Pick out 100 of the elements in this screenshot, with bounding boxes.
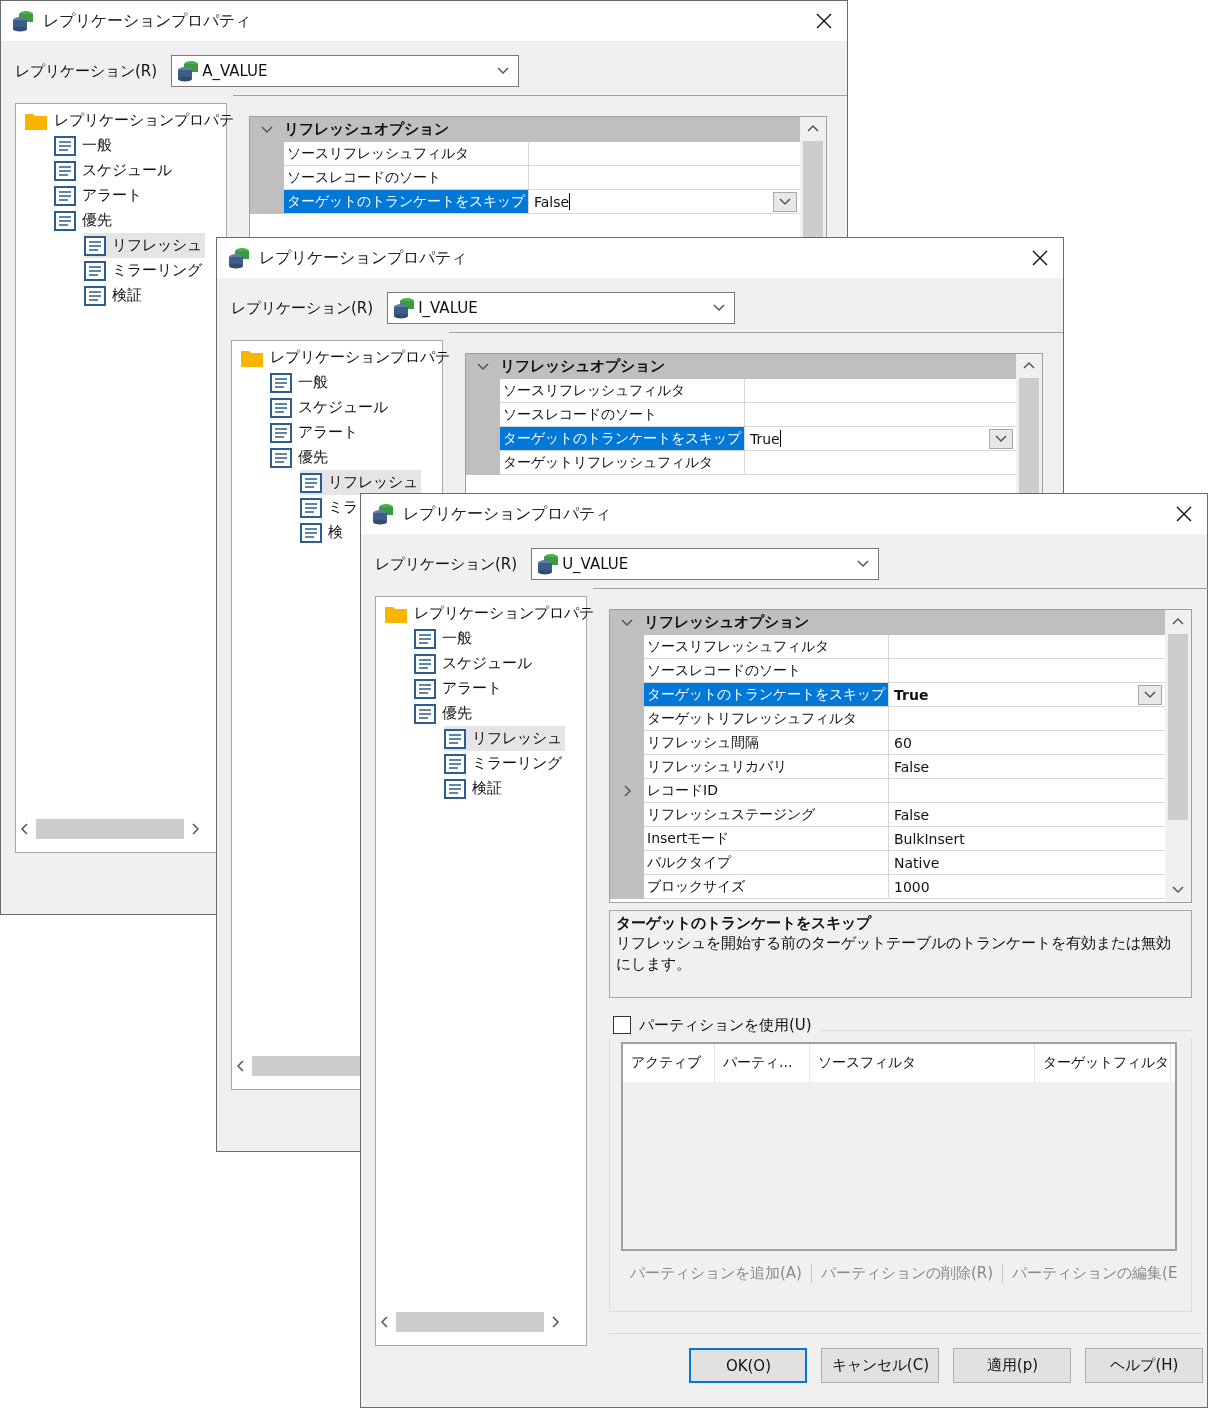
property-name[interactable]: Insertモード	[644, 827, 889, 851]
property-name[interactable]: バルクタイプ	[644, 851, 889, 875]
list-icon	[54, 185, 76, 206]
tree-item[interactable]: ミラーリング	[444, 751, 565, 776]
property-row[interactable]: リフレッシュリカバリ False	[610, 755, 1166, 779]
property-value[interactable]: False	[529, 190, 800, 214]
property-row[interactable]: ブロックサイズ 1000	[610, 875, 1166, 899]
property-value[interactable]	[889, 707, 1166, 731]
tree-item[interactable]: アラート	[414, 676, 505, 701]
property-name[interactable]: ターゲットのトランケートをスキップ	[644, 683, 889, 707]
property-row[interactable]: ターゲットのトランケートをスキップ True	[610, 683, 1166, 707]
property-value[interactable]	[529, 142, 800, 166]
tree-item[interactable]: 一般	[414, 626, 475, 651]
property-name[interactable]: ソースリフレッシュフィルタ	[644, 635, 889, 659]
property-value[interactable]: True	[745, 427, 1016, 451]
property-row[interactable]: Insertモード BulkInsert	[610, 827, 1166, 851]
tree-item[interactable]: レプリケーションプロパテ	[24, 108, 237, 133]
property-row[interactable]: ソースリフレッシュフィルタ	[610, 635, 1166, 659]
property-row[interactable]: ターゲットのトランケートをスキップ True	[466, 427, 1016, 451]
tree-item[interactable]: 検	[300, 520, 346, 545]
tree-item[interactable]: アラート	[54, 183, 145, 208]
property-value[interactable]: 60	[889, 731, 1166, 755]
dialog-button[interactable]: ヘルプ(H)	[1085, 1348, 1204, 1383]
tree-item[interactable]: リフレッシュ	[300, 470, 421, 495]
tree-item[interactable]: スケジュール	[270, 395, 391, 420]
tree-item[interactable]: 優先	[54, 208, 115, 233]
tree-item[interactable]: スケジュール	[414, 651, 535, 676]
tree-item[interactable]: ミラーリング	[84, 258, 205, 283]
column-header[interactable]: アクティブ	[623, 1044, 715, 1082]
dialog-button[interactable]: キャンセル(C)	[821, 1348, 940, 1383]
property-row[interactable]: レコードID	[610, 779, 1166, 803]
property-row[interactable]: ソースリフレッシュフィルタ	[466, 379, 1016, 403]
property-row[interactable]: ターゲットリフレッシュフィルタ	[466, 451, 1016, 475]
replication-dropdown[interactable]: U_VALUE	[531, 548, 880, 580]
property-name[interactable]: ターゲットリフレッシュフィルタ	[644, 707, 889, 731]
property-value[interactable]: True	[889, 683, 1166, 707]
property-value[interactable]	[745, 451, 1016, 475]
column-header[interactable]: ターゲットフィルタ	[1035, 1044, 1171, 1082]
tree-item[interactable]: リフレッシュ	[444, 726, 565, 751]
property-value[interactable]	[529, 166, 800, 190]
property-name[interactable]: リフレッシュステージング	[644, 803, 889, 827]
property-name[interactable]: ブロックサイズ	[644, 875, 889, 899]
dropdown-button[interactable]	[1138, 684, 1163, 705]
dropdown-button[interactable]	[773, 191, 797, 212]
dialog-button[interactable]: 適用(p)	[953, 1348, 1072, 1383]
checkbox-label[interactable]: パーティションを使用(U)	[639, 1015, 812, 1035]
property-value[interactable]	[745, 379, 1016, 403]
property-row[interactable]: リフレッシュステージング False	[610, 803, 1166, 827]
property-row[interactable]: ソースリフレッシュフィルタ	[250, 142, 800, 166]
category-header[interactable]: リフレッシュオプション	[466, 354, 1016, 379]
property-value[interactable]: Native	[889, 851, 1166, 875]
property-name[interactable]: ソースレコードのソート	[500, 403, 745, 427]
property-value[interactable]	[889, 779, 1166, 803]
property-name[interactable]: リフレッシュリカバリ	[644, 755, 889, 779]
replication-dropdown[interactable]: A_VALUE	[171, 55, 520, 87]
tree-item[interactable]: 一般	[270, 370, 331, 395]
property-name[interactable]: ターゲットのトランケートをスキップ	[500, 427, 745, 451]
property-name[interactable]: ターゲットのトランケートをスキップ	[284, 190, 529, 214]
property-value[interactable]: False	[889, 755, 1166, 779]
category-header[interactable]: リフレッシュオプション	[250, 117, 800, 142]
column-header[interactable]: ソースフィルタ	[810, 1044, 1035, 1082]
column-header[interactable]: パーティ...	[715, 1044, 810, 1082]
property-row[interactable]: バルクタイプ Native	[610, 851, 1166, 875]
property-name[interactable]: レコードID	[644, 779, 889, 803]
property-value[interactable]: False	[889, 803, 1166, 827]
tree-item[interactable]: リフレッシュ	[84, 233, 205, 258]
tree-item[interactable]: レプリケーションプロパテ	[240, 345, 453, 370]
category-header[interactable]: リフレッシュオプション	[610, 610, 1166, 635]
property-row[interactable]: ソースレコードのソート	[466, 403, 1016, 427]
property-name[interactable]: ソースレコードのソート	[644, 659, 889, 683]
dialog-button[interactable]: OK(O)	[689, 1348, 808, 1383]
tree-item[interactable]: 検証	[444, 776, 505, 801]
property-value[interactable]: BulkInsert	[889, 827, 1166, 851]
property-row[interactable]: ソースレコードのソート	[610, 659, 1166, 683]
description-text: リフレッシュを開始する前のターゲットテーブルのトランケートを有効または無効にします。	[616, 933, 1172, 975]
tree-item[interactable]: 一般	[54, 133, 115, 158]
tree-item[interactable]: レプリケーションプロパテ	[384, 601, 597, 626]
tree-item[interactable]: アラート	[270, 420, 361, 445]
tree-item[interactable]: ミラ	[300, 495, 361, 520]
property-value[interactable]	[889, 635, 1166, 659]
vertical-scrollbar[interactable]	[1165, 610, 1192, 902]
property-row[interactable]: リフレッシュ間隔 60	[610, 731, 1166, 755]
property-row[interactable]: ソースレコードのソート	[250, 166, 800, 190]
property-value[interactable]	[745, 403, 1016, 427]
tree-item[interactable]: スケジュール	[54, 158, 175, 183]
tree-item[interactable]: 検証	[84, 283, 145, 308]
property-value[interactable]	[889, 659, 1166, 683]
checkbox[interactable]	[613, 1016, 631, 1034]
tree-item[interactable]: 優先	[270, 445, 331, 470]
property-name[interactable]: ソースレコードのソート	[284, 166, 529, 190]
property-name[interactable]: ソースリフレッシュフィルタ	[284, 142, 529, 166]
dropdown-button[interactable]	[989, 428, 1013, 449]
property-row[interactable]: ターゲットのトランケートをスキップ False	[250, 190, 800, 214]
replication-dropdown[interactable]: I_VALUE	[387, 292, 736, 324]
property-name[interactable]: リフレッシュ間隔	[644, 731, 889, 755]
property-row[interactable]: ターゲットリフレッシュフィルタ	[610, 707, 1166, 731]
property-name[interactable]: ターゲットリフレッシュフィルタ	[500, 451, 745, 475]
tree-item[interactable]: 優先	[414, 701, 475, 726]
property-name[interactable]: ソースリフレッシュフィルタ	[500, 379, 745, 403]
property-value[interactable]: 1000	[889, 875, 1166, 899]
